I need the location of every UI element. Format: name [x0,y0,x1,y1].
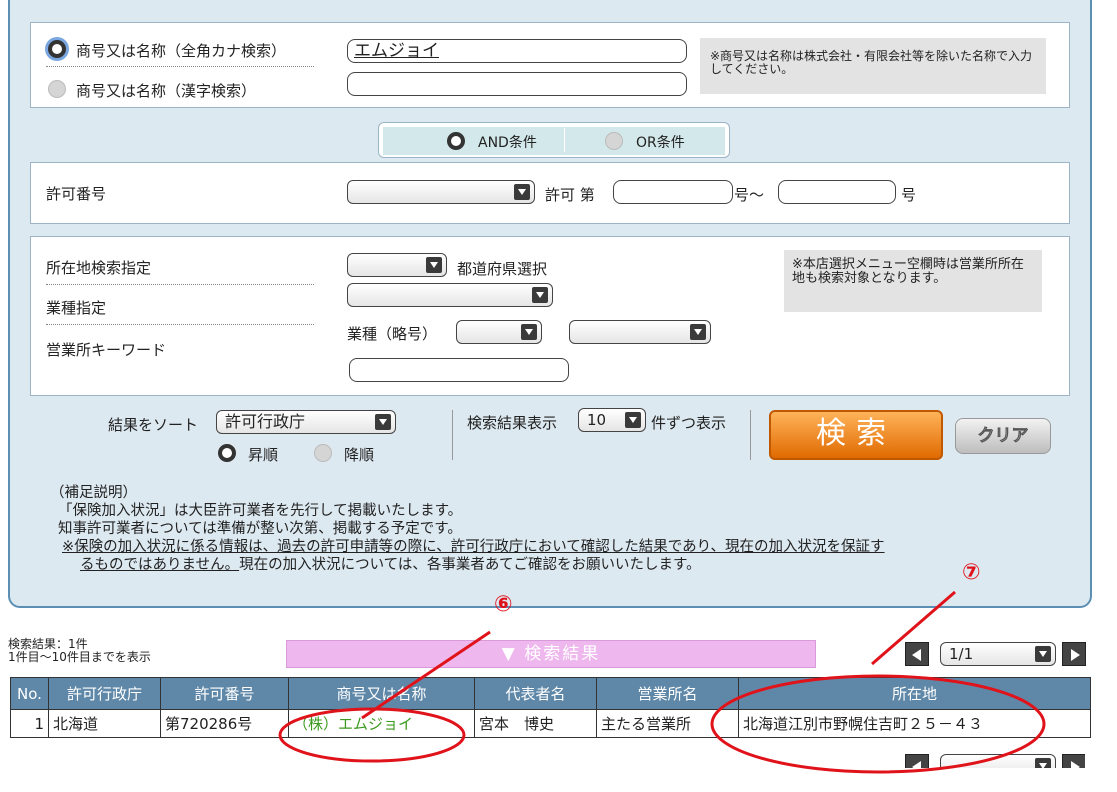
page-select[interactable]: 1/1 [940,642,1056,666]
industry-select[interactable] [347,283,553,307]
count-select-value: 10 [587,411,607,429]
divider [46,284,314,285]
or-label: OR条件 [636,135,685,151]
cell-no: 1 [10,709,49,738]
permit-from-input[interactable] [613,180,733,204]
permit-type-select[interactable] [347,180,535,204]
col-header: 許可行政庁 [48,677,161,710]
and-radio[interactable] [447,132,465,150]
condition-divider [564,128,565,152]
keyword-input[interactable] [349,358,569,382]
prev-page-icon[interactable] [905,642,929,666]
permit-label: 許可番号 [46,185,107,203]
sort-select[interactable]: 許可行政庁 [216,410,396,434]
page-select-value: 1/1 [949,645,974,663]
company-name-link[interactable]: （株）エムジョイ [288,709,475,738]
col-header: 代表者名 [474,677,597,710]
clear-button[interactable]: クリア [955,418,1051,454]
chevron-down-icon [521,324,537,340]
divider [46,66,314,67]
annotation-label-6: ⑥ [494,592,513,617]
cell-permit-no: 第720286号 [160,709,289,738]
chevron-down-icon [426,257,442,273]
chevron-down-icon [625,412,641,428]
chevron-down-icon [532,287,548,303]
next-page-icon[interactable] [1062,754,1085,768]
results-title-bar: ▼ 検索結果 [286,640,816,668]
location-label: 所在地検索指定 [46,259,152,277]
prefecture-label: 都道府県選択 [457,260,548,278]
desc-radio[interactable] [314,444,332,462]
permit-to-input[interactable] [778,180,896,204]
bottom-pager [905,754,1085,768]
count-label: 検索結果表示 [467,414,558,432]
keyword-label: 営業所キーワード [46,341,167,359]
kana-name-input[interactable]: エムジョイ [347,39,687,63]
and-label: AND条件 [478,135,537,151]
note-line: 「保険加入状況」は大臣許可業者を先行して掲載いたします。 [58,503,463,519]
location-note: ※本店選択メニュー空欄時は営業所所在地も検索対象となります。 [784,250,1042,312]
note-line: （補足説明） [50,485,137,501]
chevron-down-icon [690,324,706,340]
cell-office: 主たる営業所 [596,709,739,738]
col-header: No. [10,677,49,710]
sort-divider [452,410,453,460]
cell-address: 北海道江別市野幌住吉町２５－４３ [738,709,1091,738]
note-line: 知事許可業者については準備が整い次第、掲載する予定です。 [58,521,462,537]
prev-page-icon[interactable] [905,754,929,768]
sort-select-value: 許可行政庁 [225,412,306,431]
industry-label: 業種指定 [46,299,107,317]
next-page-icon[interactable] [1062,642,1086,666]
asc-radio[interactable] [218,444,236,462]
desc-label: 降順 [344,446,375,464]
sort-label: 結果をソート [108,416,199,434]
note-line: 現在の加入状況については、各事業者あてご確認をお願いいたします。 [239,557,701,573]
or-radio[interactable] [605,132,623,150]
col-header: 許可番号 [160,677,289,710]
cell-authority: 北海道 [48,709,161,738]
chevron-down-icon [1035,758,1051,768]
divider [46,324,314,325]
page-select-bottom[interactable] [940,754,1056,768]
button-divider [750,410,751,460]
result-count: 検索結果：1件 1件目～10件目までを表示 [8,638,151,664]
permit-suffix: 号 [901,186,917,204]
permit-mid: 号～ [734,186,765,204]
kanji-name-input[interactable] [347,72,687,96]
count-suffix: 件ずつ表示 [651,414,727,432]
kana-search-label: 商号又は名称（全角カナ検索） [76,42,287,60]
kanji-search-radio[interactable] [48,80,66,98]
permit-prefix: 許可 第 [545,186,595,204]
abbr-label: 業種（略号） [347,325,438,343]
kana-search-radio[interactable] [48,40,66,58]
name-note: ※商号又は名称は株式会社・有限会社等を除いた名称で入力してください。 [700,38,1046,94]
table-row: 1 北海道 第720286号 （株）エムジョイ 宮本 博史 主たる営業所 北海道… [10,709,1091,738]
abbr-select-2[interactable] [569,320,711,344]
table-header-row: No. 許可行政庁 許可番号 商号又は名称 代表者名 営業所名 所在地 [10,677,1091,710]
results-table: No. 許可行政庁 許可番号 商号又は名称 代表者名 営業所名 所在地 1 北海… [10,677,1091,738]
cell-representative: 宮本 博史 [474,709,597,738]
supplementary-notes: （補足説明） 「保険加入状況」は大臣許可業者を先行して掲載いたします。 知事許可… [50,484,885,574]
result-count-line: 1件目～10件目までを表示 [8,650,151,664]
asc-label: 昇順 [248,446,279,464]
chevron-down-icon [1035,646,1051,662]
chevron-down-icon [514,184,530,200]
prefecture-select[interactable] [347,253,447,277]
chevron-down-icon [375,414,391,430]
search-button[interactable]: 検索 [769,410,943,460]
kanji-search-label: 商号又は名称（漢字検索） [76,82,257,100]
abbr-select-1[interactable] [456,320,542,344]
col-header: 所在地 [738,677,1091,710]
col-header: 営業所名 [596,677,739,710]
count-select[interactable]: 10 [578,408,646,432]
col-header: 商号又は名称 [288,677,475,710]
note-line: るものではありません。 [80,557,240,573]
note-line: ※保険の加入状況に係る情報は、過去の許可申請等の際に、許可行政庁において確認した… [62,539,885,555]
annotation-label-7: ⑦ [962,560,981,585]
